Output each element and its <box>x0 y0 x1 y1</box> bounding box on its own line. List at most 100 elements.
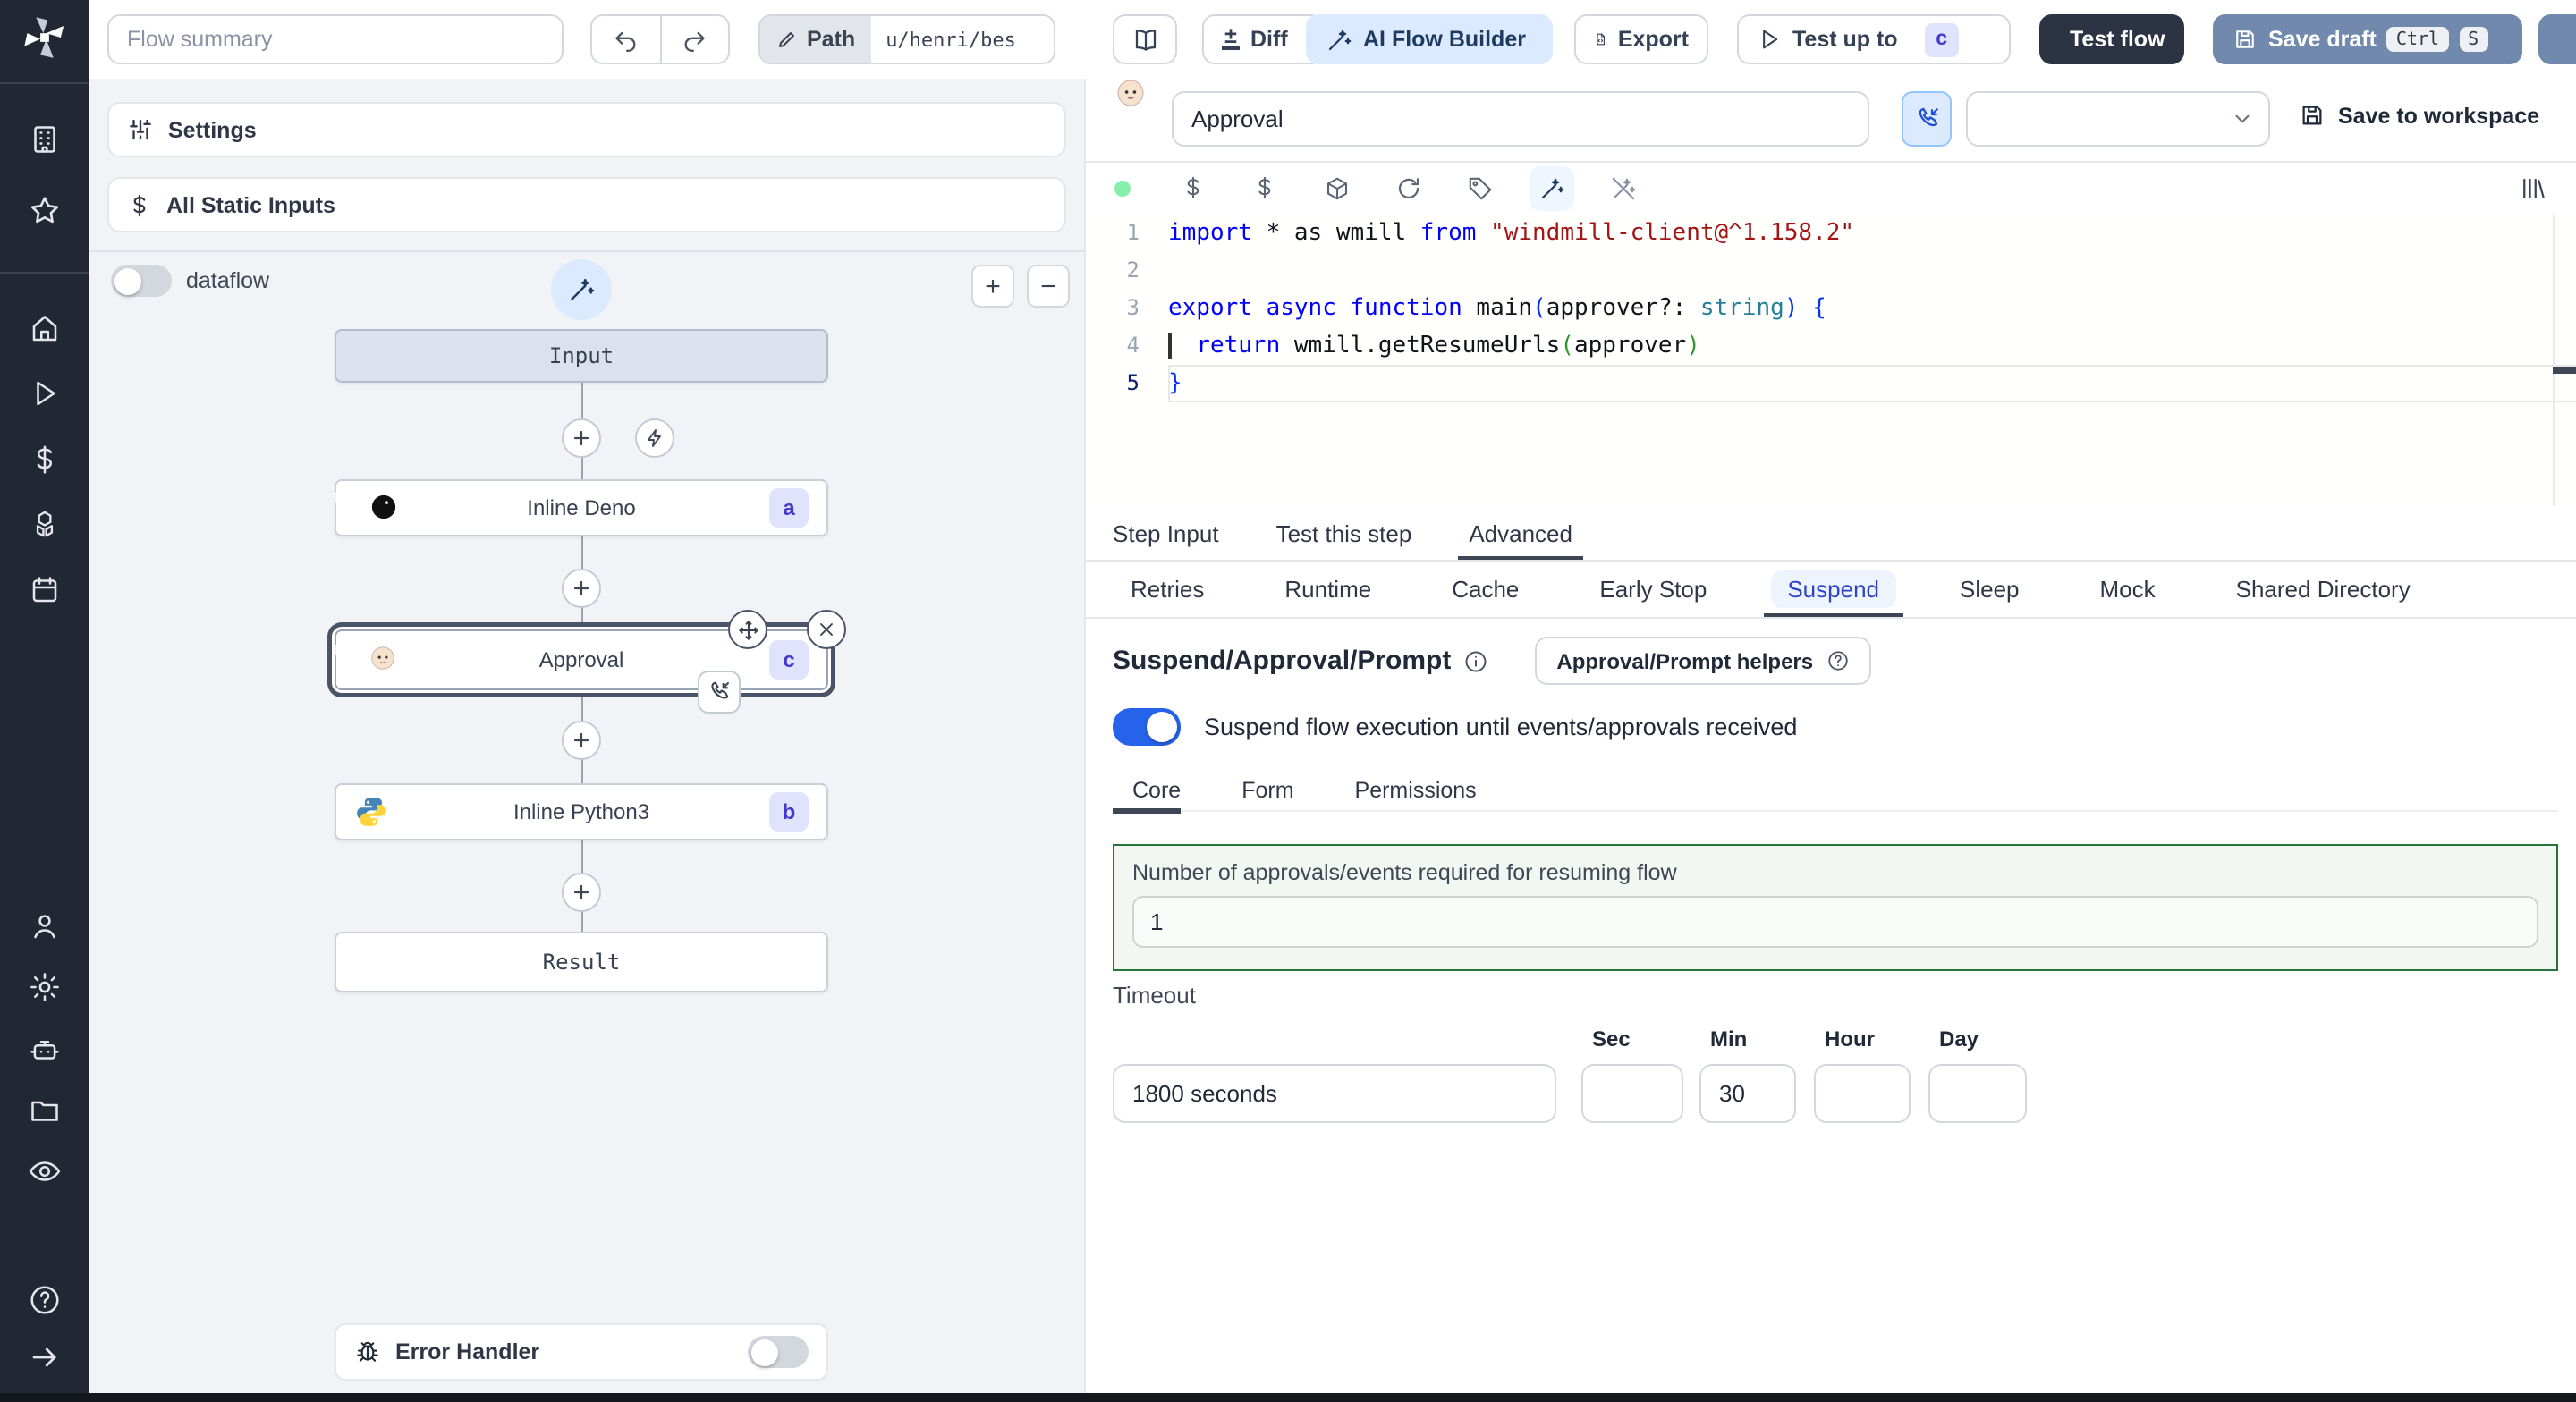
approval-prompt-helpers-button[interactable]: Approval/Prompt helpers <box>1535 637 1871 685</box>
variables-dollar-icon[interactable] <box>29 443 61 476</box>
flow-summary-input[interactable] <box>107 14 564 64</box>
info-icon[interactable] <box>1463 648 1488 673</box>
step-node-label: Inline Deno <box>527 495 636 520</box>
ai-assist-button[interactable] <box>1515 165 1587 210</box>
code-editor[interactable]: 1 import * as wmill from "windmill-client… <box>1086 215 2576 506</box>
flow-settings-button[interactable]: Settings <box>107 102 1066 157</box>
ai-suggest-wand-button[interactable] <box>551 259 612 320</box>
pencil-icon <box>779 32 794 47</box>
bottom-strip <box>0 1393 2576 1402</box>
edit-path-button[interactable]: Path <box>760 16 872 63</box>
code-line: 1 import * as wmill from "windmill-client… <box>1086 215 2576 252</box>
package-button[interactable] <box>1301 174 1372 201</box>
editor-scrollbar-track[interactable] <box>2553 215 2555 506</box>
save-draft-label: Save draft <box>2268 27 2377 52</box>
add-resource-button[interactable] <box>1229 175 1301 200</box>
user-icon[interactable] <box>29 910 61 942</box>
tab-suspend[interactable]: Suspend <box>1764 562 1903 617</box>
add-step-button[interactable] <box>562 721 601 760</box>
move-step-button[interactable] <box>728 610 767 649</box>
workspace-icon[interactable] <box>29 123 61 156</box>
help-circle-icon <box>1827 651 1847 671</box>
test-up-to-button[interactable]: Test up to c <box>1737 14 2011 64</box>
flow-result-node[interactable]: Result <box>335 932 828 992</box>
tag-select-dropdown[interactable] <box>1966 91 2270 147</box>
dataflow-toggle[interactable] <box>111 265 172 297</box>
tab-early-stop[interactable]: Early Stop <box>1583 562 1723 617</box>
tag-button[interactable] <box>1444 174 1515 201</box>
reload-button[interactable] <box>1372 174 1444 201</box>
add-trigger-button[interactable] <box>635 418 674 458</box>
settings-gear-icon[interactable] <box>28 970 62 1004</box>
export-button[interactable]: Export <box>1574 14 1708 64</box>
tab-runtime[interactable]: Runtime <box>1268 562 1387 617</box>
favorites-star-icon[interactable] <box>28 194 62 228</box>
docs-book-button[interactable] <box>1113 14 1177 64</box>
save-to-workspace-button[interactable]: Save to workspace <box>2299 102 2539 129</box>
library-icon <box>2522 177 2544 198</box>
suspend-heading-row: Suspend/Approval/Prompt Approval/Prompt … <box>1113 637 1871 685</box>
approvals-required-input[interactable] <box>1132 896 2538 948</box>
deploy-button-partial[interactable] <box>2538 14 2576 64</box>
audit-eye-icon[interactable] <box>28 1154 62 1188</box>
tab-cache[interactable]: Cache <box>1436 562 1535 617</box>
add-step-button[interactable] <box>562 418 601 458</box>
step-node-inline-deno[interactable]: TS Inline Deno a <box>333 479 828 536</box>
tab-step-input[interactable]: Step Input <box>1113 506 1219 560</box>
tab-retries[interactable]: Retries <box>1114 562 1220 617</box>
resources-cubes-icon[interactable] <box>28 509 62 543</box>
code-line: 4 return wmill.getResumeUrls(approver) <box>1086 327 2576 365</box>
redo-button[interactable] <box>659 16 728 63</box>
all-static-inputs-button[interactable]: All Static Inputs <box>107 177 1066 232</box>
result-node-label: Result <box>542 950 621 975</box>
folders-icon[interactable] <box>29 1094 61 1127</box>
delete-step-button[interactable] <box>807 610 846 649</box>
workers-robot-icon[interactable] <box>28 1033 62 1067</box>
schedules-calendar-icon[interactable] <box>29 574 61 606</box>
tab-permissions[interactable]: Permissions <box>1355 769 1477 810</box>
runs-play-icon[interactable] <box>29 377 61 410</box>
test-flow-button[interactable]: Test flow <box>2039 14 2184 64</box>
step-node-inline-python[interactable]: Inline Python3 b <box>335 783 828 840</box>
add-step-button[interactable] <box>562 569 601 608</box>
timeout-sec-input[interactable] <box>1581 1064 1683 1123</box>
tab-core[interactable]: Core <box>1112 769 1182 813</box>
suspend-enable-toggle[interactable] <box>1113 708 1181 746</box>
windmill-flow-editor: Path u/henri/bes ± Diff AI Flow Builder … <box>0 0 2576 1402</box>
rail-divider <box>0 82 89 84</box>
error-handler-row[interactable]: Error Handler <box>335 1323 828 1381</box>
expand-sidebar-arrow-icon[interactable] <box>29 1341 61 1373</box>
tab-form[interactable]: Form <box>1241 769 1293 810</box>
tab-advanced[interactable]: Advanced <box>1458 506 1583 560</box>
left-nav-rail <box>0 0 89 1402</box>
refresh-icon <box>1397 177 1419 198</box>
error-handler-toggle[interactable] <box>748 1336 809 1368</box>
export-file-icon <box>1597 33 1605 46</box>
ai-disable-button[interactable] <box>1587 174 1658 201</box>
magic-wand-icon <box>1540 177 1563 198</box>
add-step-button[interactable] <box>562 873 601 912</box>
tab-test-this-step[interactable]: Test this step <box>1276 506 1412 560</box>
suspend-phone-button[interactable] <box>1902 91 1952 147</box>
timeout-min-input[interactable] <box>1699 1064 1796 1123</box>
tab-mock[interactable]: Mock <box>2084 562 2172 617</box>
help-icon[interactable] <box>28 1283 62 1317</box>
timeout-total-input[interactable] <box>1113 1064 1556 1123</box>
flow-input-node[interactable]: Input <box>335 329 828 383</box>
add-variable-button[interactable] <box>1157 175 1229 200</box>
save-draft-button[interactable]: Save draft Ctrl S <box>2213 14 2522 64</box>
zoom-in-button[interactable]: + <box>971 265 1014 308</box>
approval-phone-badge[interactable] <box>698 671 741 714</box>
library-button[interactable] <box>2496 174 2567 201</box>
timeout-day-input[interactable] <box>1928 1064 2027 1123</box>
zoom-out-button[interactable]: − <box>1027 265 1070 308</box>
tab-shared-directory[interactable]: Shared Directory <box>2220 562 2427 617</box>
step-name-input[interactable] <box>1172 91 1869 147</box>
undo-button[interactable] <box>592 16 659 63</box>
ai-flow-builder-button[interactable]: AI Flow Builder <box>1306 14 1553 64</box>
tab-sleep[interactable]: Sleep <box>1944 562 2036 617</box>
home-icon[interactable] <box>29 313 61 345</box>
windmill-logo-icon[interactable] <box>21 14 68 61</box>
editor-toolbar <box>1086 161 2576 215</box>
timeout-hour-input[interactable] <box>1814 1064 1911 1123</box>
